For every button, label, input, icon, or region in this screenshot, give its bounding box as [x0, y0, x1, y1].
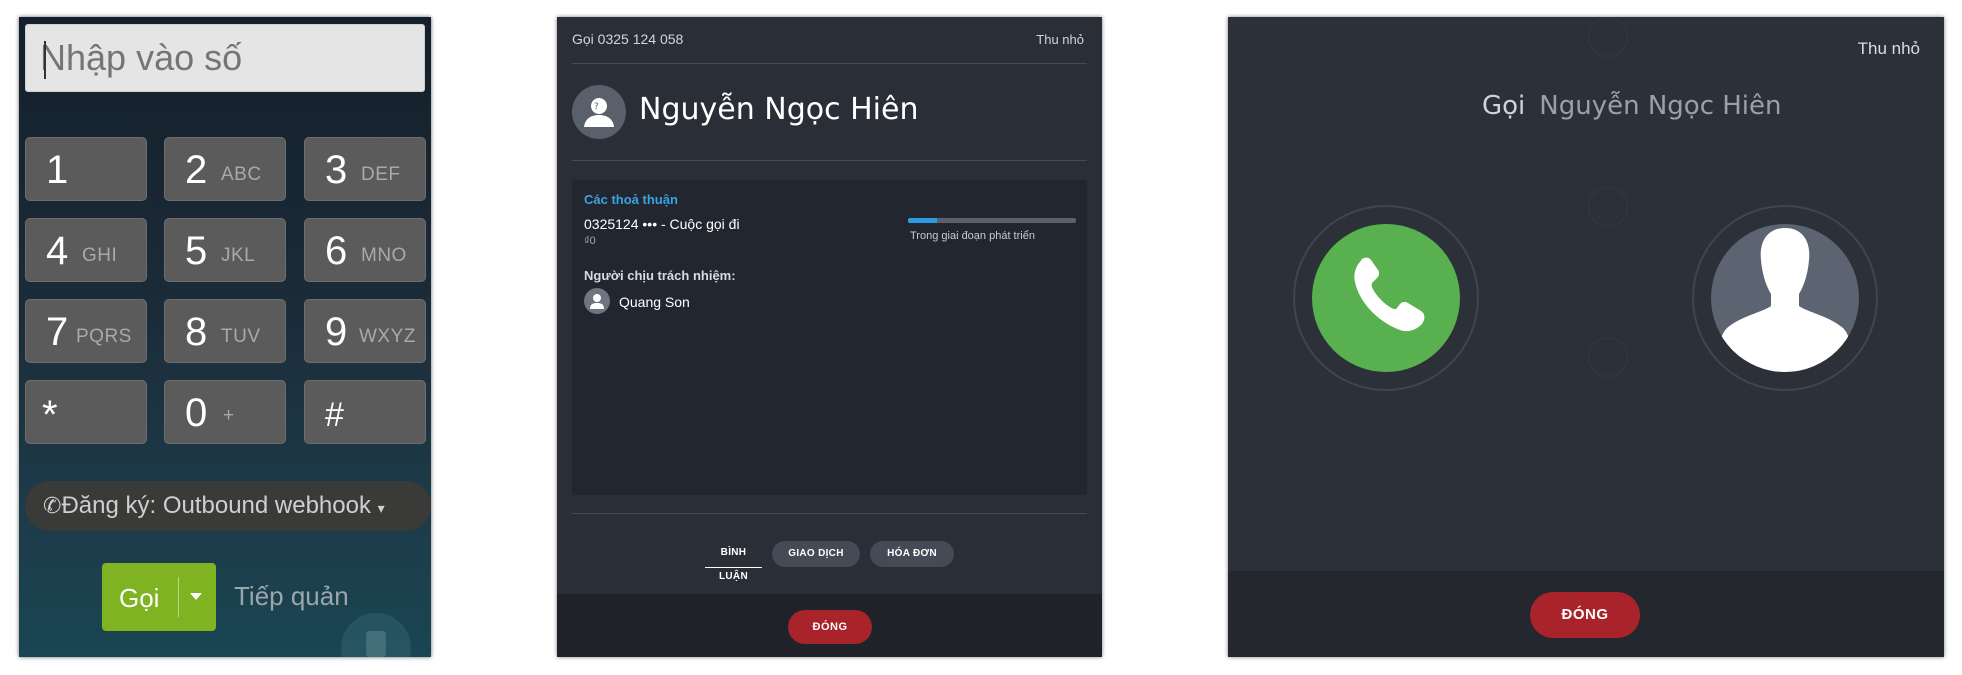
dial-key-4[interactable]: 4 GHI: [25, 218, 147, 282]
floating-action-button[interactable]: [341, 613, 411, 657]
key-digit: 1: [46, 148, 69, 192]
dial-key-9[interactable]: 9 WXYZ: [304, 299, 426, 363]
key-letters: TUV: [221, 326, 261, 347]
tab-comments[interactable]: BÌNH LUẬN: [705, 541, 762, 582]
dial-key-0[interactable]: 0 +: [164, 380, 286, 444]
call-word: Gọi: [1482, 91, 1526, 121]
call-options-chevron-icon[interactable]: [190, 593, 202, 600]
call-detail-panel: Gọi 0325 124 058 Thu nhỏ ? Nguyễn Ngọc H…: [557, 17, 1102, 657]
dial-key-7[interactable]: 7 PQRS: [25, 299, 147, 363]
close-button[interactable]: ĐÓNG: [788, 610, 872, 644]
call-button[interactable]: Gọi: [102, 563, 216, 631]
panel-footer: ĐÓNG: [1228, 571, 1944, 657]
key-digit: 0: [185, 391, 208, 435]
calling-panel: Thu nhỏ Gọi Nguyễn Ngọc Hiên ĐÓNG: [1228, 17, 1944, 657]
background-shadow: [1588, 17, 1628, 57]
tab-invoices[interactable]: HÓA ĐƠN: [870, 541, 954, 567]
contact-avatar: ?: [572, 85, 626, 139]
contact-name: Nguyễn Ngọc Hiên: [1539, 91, 1782, 121]
dropdown-caret-icon: ▾: [377, 500, 385, 516]
key-letters: +: [223, 405, 235, 426]
phone-icon: [1354, 257, 1425, 332]
call-header: Gọi 0325 124 058: [572, 31, 684, 47]
deal-progress-bar: [908, 218, 1076, 223]
responsible-label: Người chịu trách nhiệm:: [584, 268, 736, 283]
responsible-avatar: [584, 288, 610, 314]
tab-transactions[interactable]: GIAO DỊCH: [772, 541, 860, 567]
deal-amount: ₫0: [584, 235, 596, 247]
register-label: Đăng ký: Outbound webhook: [61, 492, 371, 519]
user-silhouette-icon: [590, 294, 604, 309]
user-silhouette-icon: ?: [584, 98, 614, 127]
deal-info-box: Các thoả thuận 0325124 ••• - Cuộc gọi đi…: [572, 180, 1087, 495]
close-button[interactable]: ĐÓNG: [1530, 592, 1640, 638]
divider: [572, 513, 1087, 514]
takeover-link[interactable]: Tiếp quản: [234, 581, 349, 612]
minimize-link[interactable]: Thu nhỏ: [1858, 39, 1920, 59]
dial-key-star[interactable]: *: [25, 380, 147, 444]
key-digit: 5: [185, 229, 208, 273]
svg-text:?: ?: [594, 102, 599, 112]
key-digit: *: [42, 393, 58, 437]
key-digit: 9: [325, 310, 348, 354]
dial-key-8[interactable]: 8 TUV: [164, 299, 286, 363]
dial-key-6[interactable]: 6 MNO: [304, 218, 426, 282]
call-status-circle: [1312, 224, 1460, 372]
dialer-panel: 1 2 ABC 3 DEF 4 GHI 5 JKL 6 MNO 7 PQRS 8…: [19, 17, 431, 657]
key-digit: #: [325, 396, 344, 434]
text-caret: [44, 41, 46, 79]
phone-number-input[interactable]: [25, 24, 425, 92]
minimize-link[interactable]: Thu nhỏ: [1036, 32, 1084, 47]
dial-key-5[interactable]: 5 JKL: [164, 218, 286, 282]
key-letters: WXYZ: [359, 326, 416, 347]
panel-footer: ĐÓNG: [557, 594, 1102, 657]
user-silhouette-icon: [1717, 228, 1853, 372]
divider: [572, 160, 1087, 161]
dial-key-2[interactable]: 2 ABC: [164, 137, 286, 201]
background-shadow: [1588, 187, 1628, 227]
key-digit: 4: [46, 229, 69, 273]
contact-name: Nguyễn Ngọc Hiên: [639, 92, 919, 127]
key-letters: GHI: [82, 245, 118, 266]
contact-avatar: [1711, 224, 1859, 372]
dial-key-hash[interactable]: #: [304, 380, 426, 444]
key-digit: 7: [46, 310, 69, 354]
responsible-name[interactable]: Quang Son: [619, 294, 690, 310]
deal-progress-fill: [908, 218, 937, 223]
key-digit: 3: [325, 148, 348, 192]
background-shadow: [1588, 337, 1628, 377]
key-letters: MNO: [361, 245, 407, 266]
key-digit: 6: [325, 229, 348, 273]
call-button-label: Gọi: [119, 583, 160, 613]
key-letters: ABC: [221, 164, 262, 185]
calling-title: Gọi Nguyễn Ngọc Hiên: [1482, 91, 1782, 121]
deal-stage: Trong giai đoạn phát triển: [910, 230, 1035, 242]
split-divider: [178, 577, 179, 617]
phone-handset-icon: ✆: [43, 493, 62, 518]
divider: [572, 63, 1087, 64]
key-letters: DEF: [361, 164, 401, 185]
deals-section-title[interactable]: Các thoả thuận: [584, 192, 678, 207]
deal-name[interactable]: 0325124 ••• - Cuộc gọi đi: [584, 216, 740, 232]
document-icon: [366, 631, 386, 657]
dial-key-1[interactable]: 1: [25, 137, 147, 201]
key-letters: PQRS: [76, 326, 132, 347]
register-webhook-dropdown[interactable]: ✆Đăng ký: Outbound webhook ▾: [25, 481, 431, 531]
key-letters: JKL: [221, 245, 256, 266]
key-digit: 8: [185, 310, 208, 354]
dial-key-3[interactable]: 3 DEF: [304, 137, 426, 201]
key-digit: 2: [185, 148, 208, 192]
